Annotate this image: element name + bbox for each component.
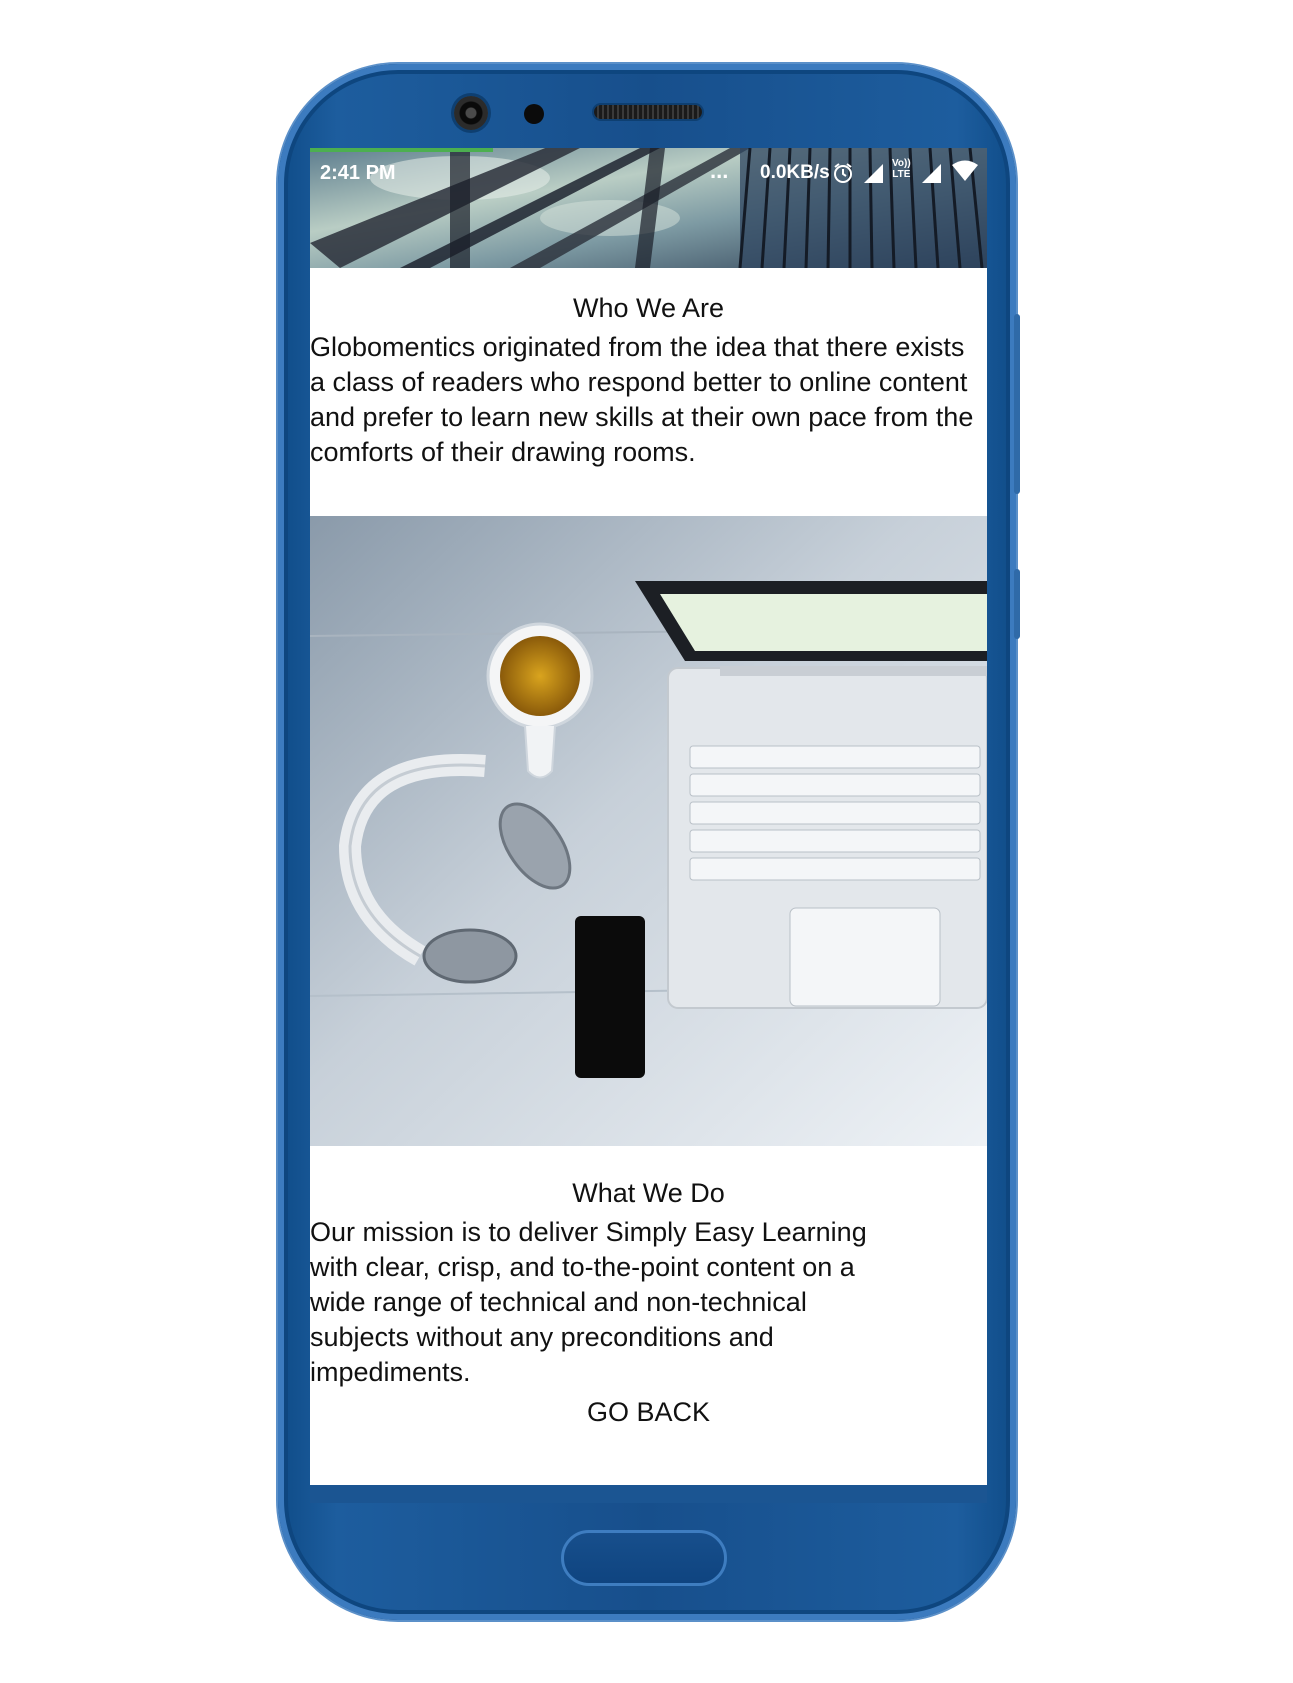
earpiece-speaker [594,105,702,119]
workspace-photo [310,516,987,1146]
status-time: 2:41 PM [320,162,396,184]
wifi-icon [952,160,978,188]
lte-label: LTE [892,169,911,180]
section-body-what-we-do: Our mission is to deliver Simply Easy Le… [310,1217,867,1387]
power-button [1014,314,1020,494]
proximity-sensor [524,104,544,124]
status-overflow: ... [710,158,729,183]
signal-icon [864,162,884,190]
home-button[interactable] [561,1530,727,1586]
go-back-button[interactable]: GO BACK [310,1390,987,1434]
volume-button [1014,569,1020,639]
status-net-speed: 0.0KB/s [760,162,830,183]
volte-label: Vo)) [892,158,911,169]
alarm-icon [832,162,854,190]
front-camera [454,96,488,130]
volte-lte-icon: Vo)) LTE [892,158,911,180]
app-screen: 2:41 PM ... 0.0KB/s Vo)) LTE Who We Are … [310,148,987,1503]
signal-icon [922,162,942,190]
screen-bottom-edge [310,1485,987,1503]
section-heading-what-we-do: What We Do [572,1178,725,1208]
header-banner-image: 2:41 PM ... 0.0KB/s Vo)) LTE [310,148,987,268]
section-body-who-we-are: Globomentics originated from the idea th… [310,332,974,467]
workspace-illustration [310,516,987,1146]
status-bar: 2:41 PM ... 0.0KB/s Vo)) LTE [310,148,987,198]
section-heading-who-we-are: Who We Are [572,293,725,323]
